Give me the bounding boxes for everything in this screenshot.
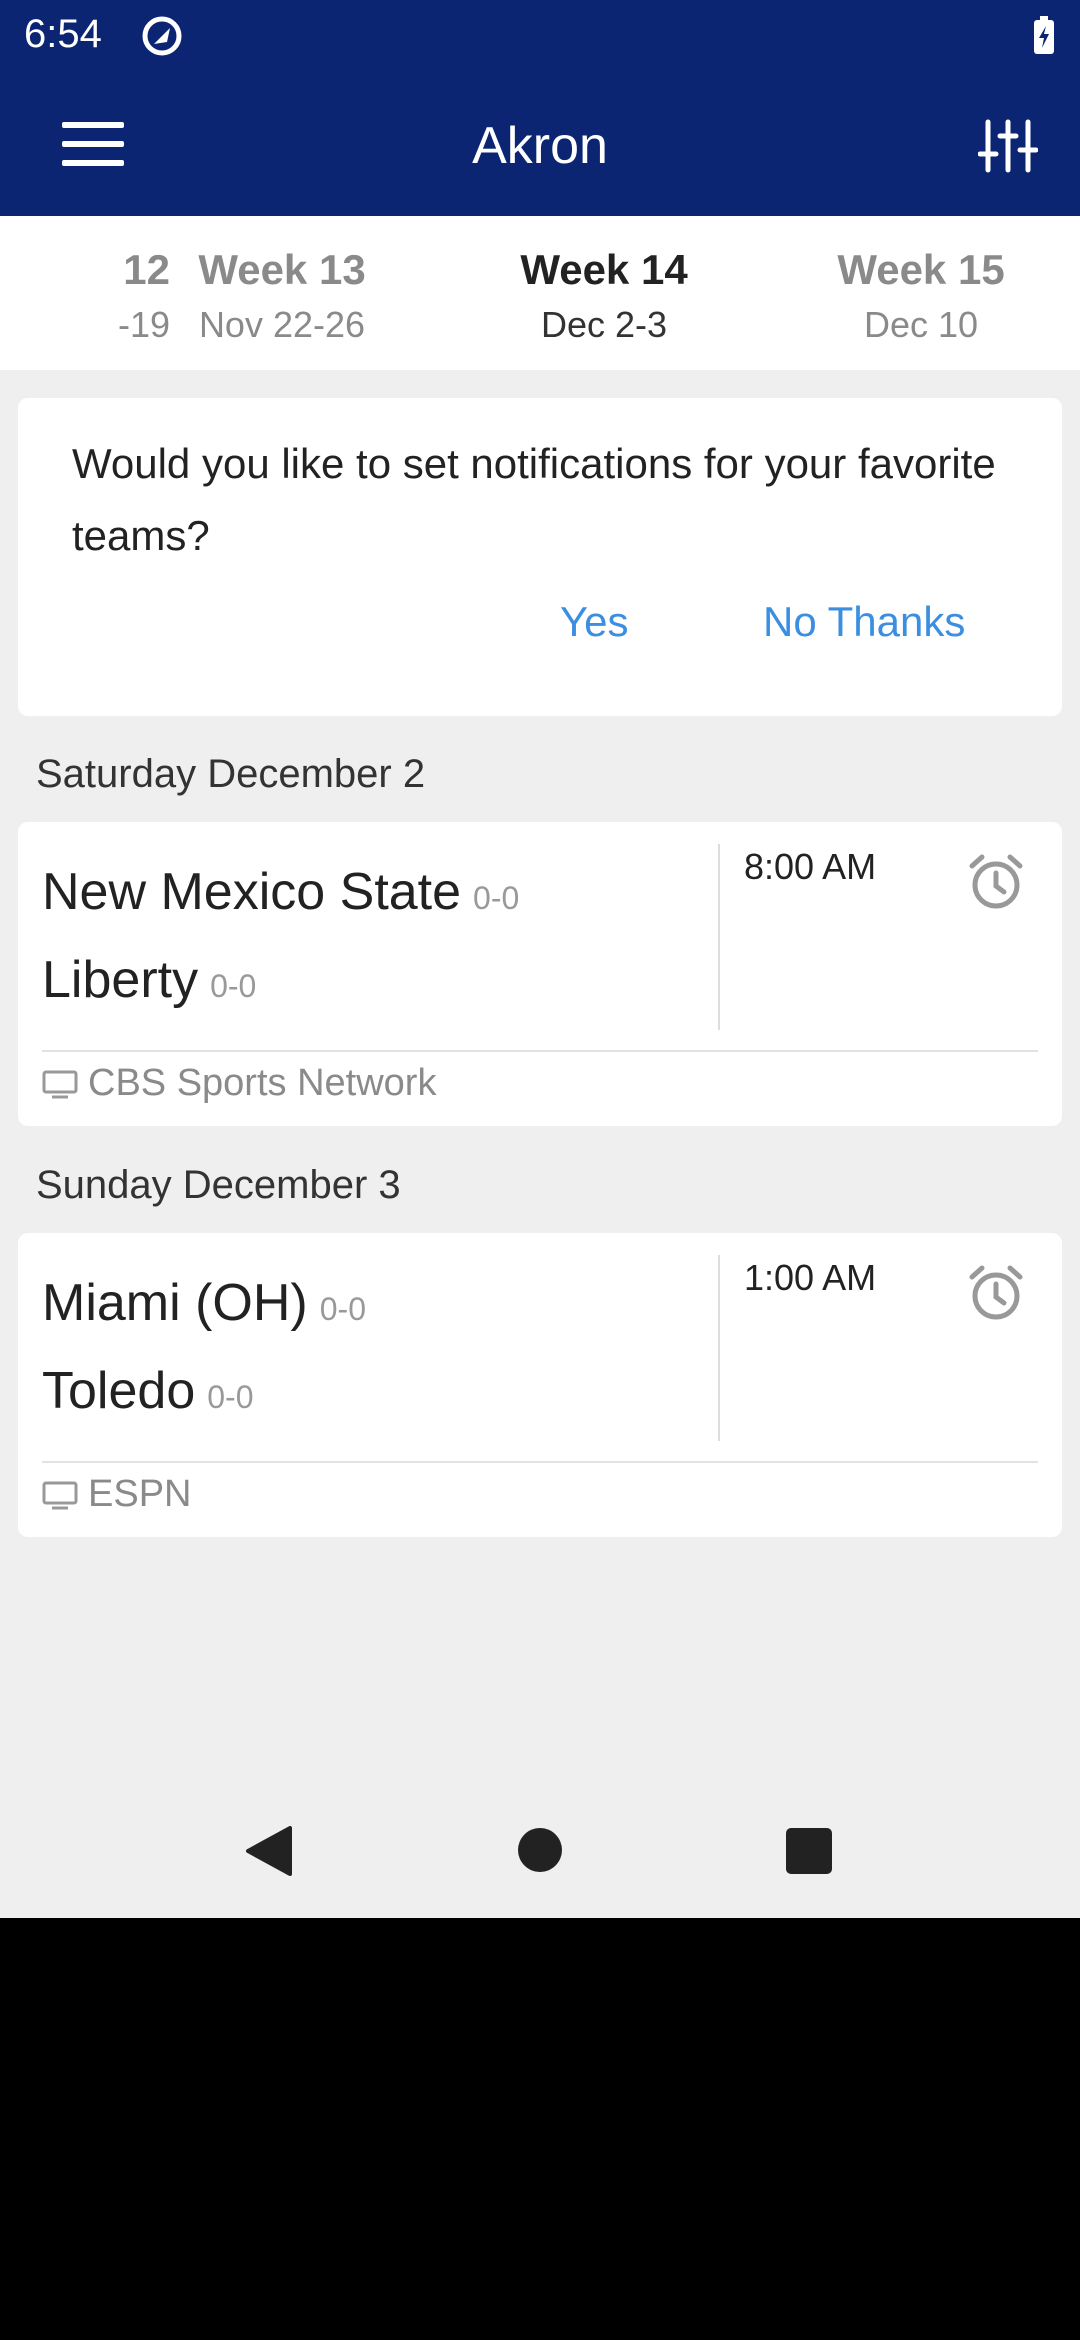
network-name: CBS Sports Network (88, 1062, 437, 1104)
system-nav-bar (0, 1780, 1080, 1918)
tv-icon (42, 1070, 78, 1099)
team-row: Liberty 0-0 (42, 950, 256, 1010)
network-name: ESPN (88, 1473, 192, 1515)
tv-network: CBS Sports Network (42, 1062, 436, 1105)
notification-prompt-text: Would you like to set notifications for … (72, 440, 996, 559)
team-row: Miami (OH) 0-0 (42, 1273, 366, 1333)
sliders-icon[interactable] (978, 116, 1038, 176)
game-time: 8:00 AM (744, 846, 877, 887)
battery-charging-icon (1034, 16, 1054, 54)
day-header: Saturday December 2 (36, 752, 426, 796)
tv-network: ESPN (42, 1473, 191, 1516)
team-row: Toledo 0-0 (42, 1361, 253, 1421)
status-time: 6:54 (24, 12, 102, 56)
game-time: 1:00 AM (744, 1257, 877, 1298)
game-card[interactable]: New Mexico State 0-0 Liberty 0-0 8:00 AM C… (18, 822, 1062, 1126)
back-icon[interactable] (244, 1824, 294, 1878)
team-name: Liberty (42, 951, 199, 1009)
game-card[interactable]: Miami (OH) 0-0 Toledo 0-0 1:00 AM ESPN (18, 1233, 1062, 1537)
divider (42, 1050, 1038, 1052)
week-tab-13[interactable]: Week 13 Nov 22-26 (132, 246, 432, 346)
divider (718, 844, 720, 1030)
week-tab-15[interactable]: Week 15 Dec 10 (771, 246, 1071, 346)
team-record: 0-0 (210, 968, 257, 1004)
app-bar: Akron (0, 72, 1080, 216)
week-tab-14[interactable]: Week 14 Dec 2-3 (454, 246, 754, 346)
team-name: New Mexico State (42, 863, 462, 921)
tv-icon (42, 1481, 78, 1510)
page-title: Akron (472, 117, 608, 175)
week-selector: 12 -19 Week 13 Nov 22-26 Week 14 Dec 2-3… (0, 216, 1080, 370)
status-bar: 6:54 (0, 0, 1080, 72)
home-icon[interactable] (518, 1828, 562, 1872)
no-thanks-button[interactable]: No Thanks (763, 598, 965, 646)
recent-apps-icon[interactable] (786, 1828, 832, 1874)
team-row: New Mexico State 0-0 (42, 862, 519, 922)
team-name: Toledo (42, 1362, 196, 1420)
team-record: 0-0 (207, 1379, 254, 1415)
divider (718, 1255, 720, 1441)
day-header: Sunday December 3 (36, 1163, 401, 1207)
location-ring-icon (142, 16, 182, 56)
team-record: 0-0 (473, 880, 520, 916)
team-record: 0-0 (319, 1291, 366, 1327)
team-name: Miami (OH) (42, 1274, 308, 1332)
app-screen: 6:54 Akron 12 -19 Week 13 Nov 22-26 Week… (0, 0, 1080, 1918)
alarm-clock-icon[interactable] (966, 1263, 1026, 1323)
yes-button[interactable]: Yes (560, 598, 629, 646)
notification-prompt-card: Would you like to set notifications for … (18, 398, 1062, 716)
alarm-clock-icon[interactable] (966, 852, 1026, 912)
divider (42, 1461, 1038, 1463)
